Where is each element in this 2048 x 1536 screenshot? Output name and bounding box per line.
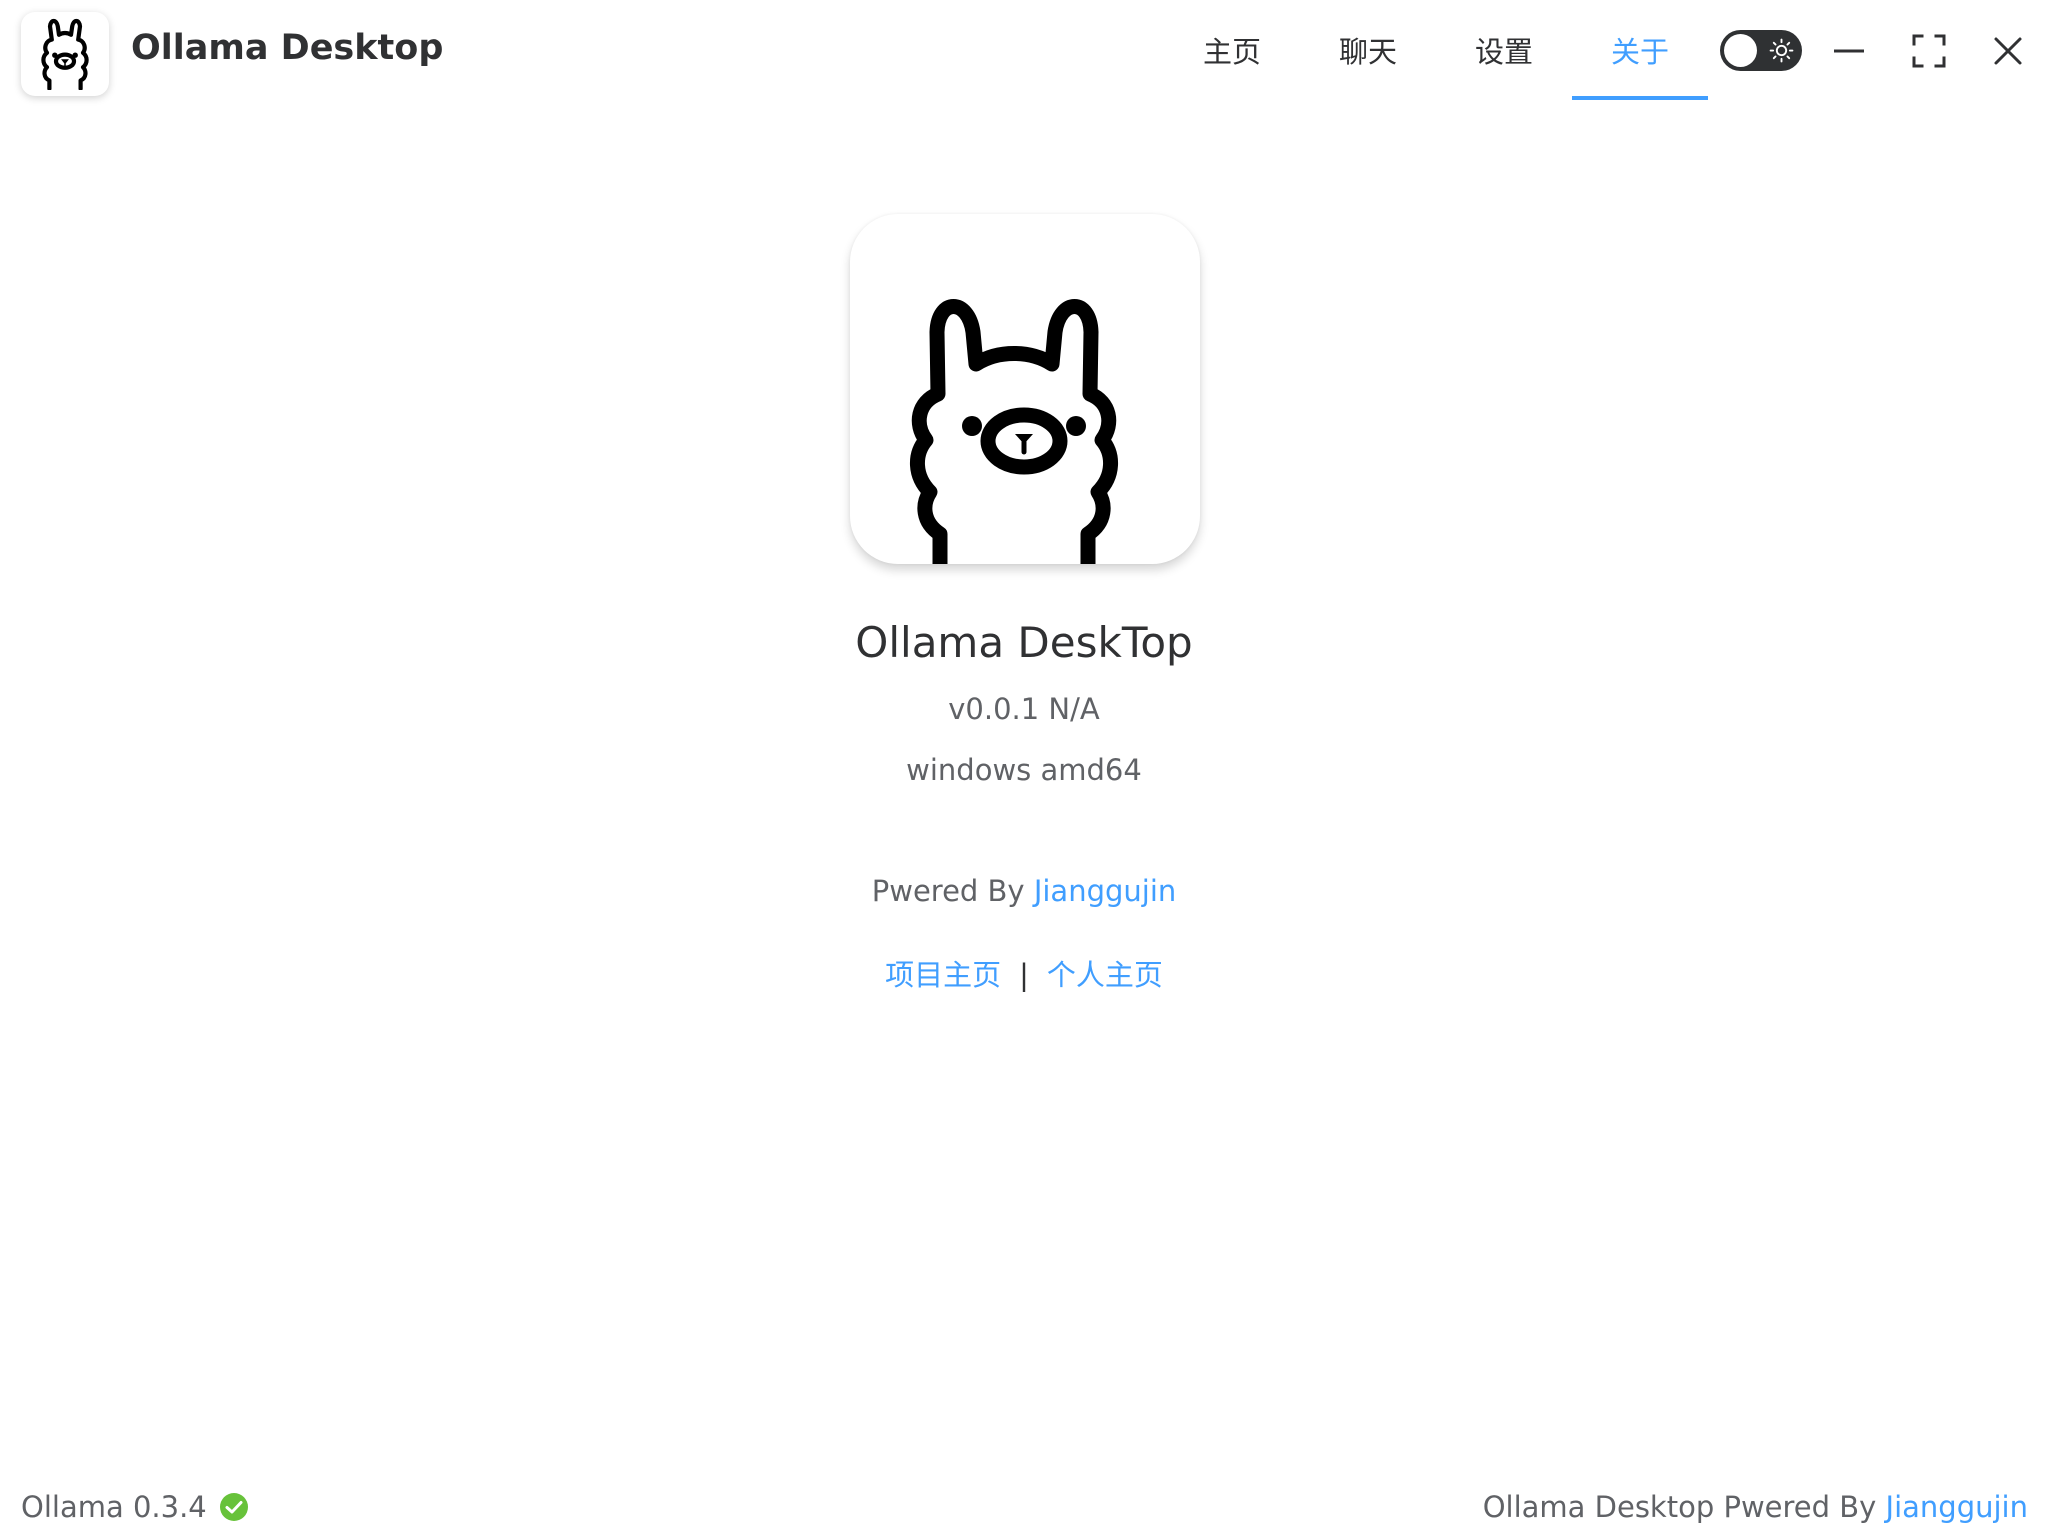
app-logo <box>21 12 109 96</box>
about-app-name: Ollama DeskTop <box>855 618 1193 667</box>
ollama-status: Ollama 0.3.4 <box>21 1490 249 1524</box>
close-button[interactable] <box>1983 26 2033 76</box>
footer-powered-label: Ollama Desktop Pwered By <box>1482 1490 1886 1524</box>
tab-settings[interactable]: 设置 <box>1436 0 1572 100</box>
author-link[interactable]: Jianggujin <box>1034 874 1176 908</box>
app-window: Ollama Desktop 主页 聊天 设置 关于 Ollama DeskTo… <box>0 0 2048 1536</box>
tab-home-label: 主页 <box>1202 35 1261 69</box>
tab-chat-label: 聊天 <box>1338 35 1397 69</box>
maximize-button[interactable] <box>1904 26 1954 76</box>
llama-icon <box>910 299 1118 564</box>
maximize-icon <box>1912 34 1946 68</box>
about-version: v0.0.1 N/A <box>948 692 1100 726</box>
check-circle-icon <box>219 1493 248 1521</box>
title-bar[interactable]: Ollama Desktop 主页 聊天 设置 关于 <box>0 0 2048 100</box>
project-homepage-link[interactable]: 项目主页 <box>885 958 1001 992</box>
link-separator: | <box>1019 958 1029 992</box>
toggle-knob <box>1724 34 1757 67</box>
about-logo <box>850 214 1200 564</box>
powered-by-label: Pwered By <box>871 874 1034 908</box>
footer-powered-by: Ollama Desktop Pwered By Jianggujin <box>1483 1490 2028 1524</box>
about-links: 项目主页 | 个人主页 <box>0 952 2048 994</box>
llama-icon <box>41 18 89 90</box>
sun-icon <box>1769 38 1794 63</box>
personal-homepage-link[interactable]: 个人主页 <box>1047 958 1163 992</box>
footer-author-link[interactable]: Jianggujin <box>1886 1490 2028 1524</box>
theme-toggle[interactable] <box>1720 30 1802 71</box>
about-platform: windows amd64 <box>906 753 1142 787</box>
minimize-button[interactable] <box>1824 26 1874 76</box>
tab-home[interactable]: 主页 <box>1164 0 1300 100</box>
close-icon <box>1994 37 2022 65</box>
tab-chat[interactable]: 聊天 <box>1300 0 1436 100</box>
minimize-icon <box>1834 49 1864 53</box>
tab-settings-label: 设置 <box>1474 35 1533 69</box>
tab-about[interactable]: 关于 <box>1572 0 1708 100</box>
app-title: Ollama Desktop <box>131 28 444 68</box>
about-powered-by: Pwered By Jianggujin <box>0 874 2048 908</box>
tab-about-label: 关于 <box>1610 35 1669 69</box>
ollama-version: Ollama 0.3.4 <box>21 1490 207 1524</box>
